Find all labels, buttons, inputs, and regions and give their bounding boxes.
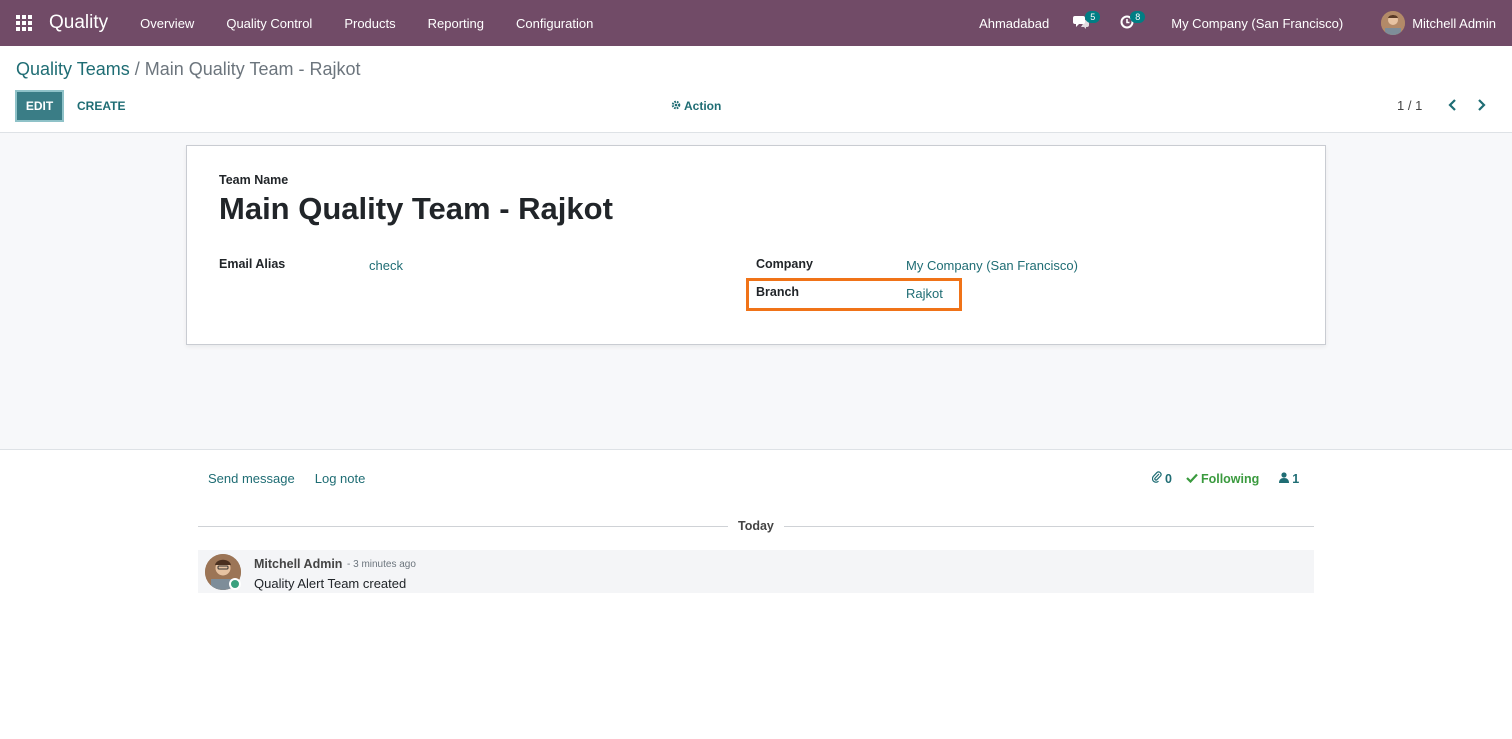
following-button[interactable]: Following [1186, 472, 1259, 486]
top-navbar: Quality Overview Quality Control Product… [0, 0, 1512, 46]
company-link[interactable]: My Company (San Francisco) [906, 258, 1078, 273]
action-dropdown[interactable]: Action [671, 99, 721, 113]
user-name: Mitchell Admin [1412, 15, 1496, 31]
message-author[interactable]: Mitchell Admin [254, 557, 342, 571]
online-status-dot [229, 578, 241, 590]
team-name-label: Team Name [219, 173, 289, 187]
chatter-topbar: Send message Log note [208, 471, 365, 486]
branch-link[interactable]: Rajkot [906, 286, 943, 301]
breadcrumb: Quality Teams / Main Quality Team - Rajk… [16, 59, 361, 80]
following-label: Following [1200, 471, 1260, 486]
followers-count: 1 [1292, 471, 1300, 486]
avatar [1381, 11, 1406, 35]
log-note-button[interactable]: Log note [315, 471, 366, 486]
menu-reporting[interactable]: Reporting [412, 0, 500, 46]
menu-quality-control[interactable]: Quality Control [210, 0, 328, 46]
form-sheet: Team Name Main Quality Team - Rajkot Ema… [186, 145, 1326, 345]
team-name-value: Main Quality Team - Rajkot [219, 191, 613, 226]
branch-switcher[interactable]: Ahmadabad [979, 0, 1049, 46]
activities-badge: 8 [1130, 11, 1146, 23]
breadcrumb-current: Main Quality Team - Rajkot [144, 59, 361, 79]
date-separator-label: Today [728, 519, 784, 533]
create-button[interactable]: CREATE [77, 99, 125, 113]
action-label: Action [684, 99, 722, 113]
branch-label: Branch [756, 285, 800, 299]
pager-value[interactable]: 1 / 1 [1397, 98, 1422, 113]
gear-icon [671, 99, 681, 113]
company-label: Company [756, 257, 813, 271]
messages-badge: 5 [1085, 11, 1101, 23]
edit-button[interactable]: EDIT [15, 90, 64, 122]
paperclip-icon [1151, 471, 1162, 486]
email-alias-label: Email Alias [219, 257, 286, 271]
app-brand[interactable]: Quality [48, 12, 108, 34]
attachments-button[interactable]: 0 [1151, 471, 1172, 486]
message-date: - 3 minutes ago [347, 559, 416, 570]
followers-button[interactable]: 1 [1279, 472, 1299, 486]
user-icon [1279, 471, 1290, 486]
apps-grid-icon[interactable] [0, 0, 48, 46]
menu-configuration[interactable]: Configuration [500, 0, 609, 46]
navbar-systray: Ahmadabad 5 8 My Company (San Francisco)… [979, 0, 1512, 46]
menu-products[interactable]: Products [328, 0, 411, 46]
control-panel: Quality Teams / Main Quality Team - Rajk… [0, 46, 1512, 133]
messaging-menu[interactable]: 5 [1073, 0, 1101, 46]
breadcrumb-separator: / [134, 59, 140, 79]
menu-overview[interactable]: Overview [124, 0, 210, 46]
chatter-message: Mitchell Admin - 3 minutes ago Quality A… [198, 550, 1314, 593]
chatter-actions: 0 Following 1 [1151, 471, 1299, 486]
email-alias-value: check [369, 258, 403, 273]
user-menu[interactable]: Mitchell Admin [1381, 0, 1496, 46]
attachments-count: 0 [1165, 471, 1172, 486]
activity-menu[interactable]: 8 [1120, 0, 1146, 46]
company-switcher[interactable]: My Company (San Francisco) [1171, 0, 1343, 46]
breadcrumb-quality-teams[interactable]: Quality Teams [16, 59, 130, 79]
chevron-left-icon[interactable] [1447, 98, 1459, 115]
chevron-right-icon[interactable] [1475, 98, 1487, 115]
check-icon [1186, 472, 1198, 486]
message-body: Quality Alert Team created [254, 576, 407, 591]
send-message-button[interactable]: Send message [208, 471, 295, 486]
